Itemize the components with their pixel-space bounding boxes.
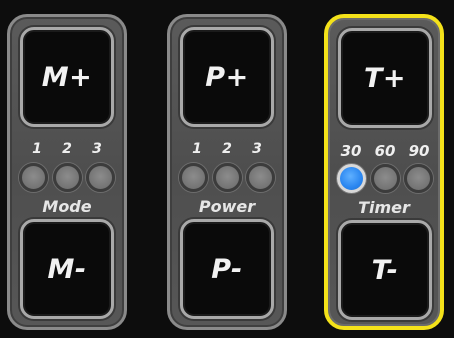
mode-level-2-number: 2 bbox=[62, 141, 72, 157]
timer-level-60-number: 60 bbox=[374, 142, 396, 160]
timer-caption: Timer bbox=[358, 198, 410, 217]
mode-level-1-number: 1 bbox=[32, 141, 42, 157]
mode-panel: M+ 1 2 3 Mode M- bbox=[7, 14, 127, 330]
power-decrease-label: P- bbox=[211, 253, 243, 285]
timer-level-90-indicator[interactable] bbox=[404, 164, 433, 193]
timer-level-indicators bbox=[334, 164, 436, 193]
power-decrease-button[interactable]: P- bbox=[180, 219, 274, 319]
timer-level-30-indicator[interactable] bbox=[337, 164, 366, 193]
timer-decrease-label: T- bbox=[371, 254, 399, 286]
power-level-numbers: 1 2 3 bbox=[176, 141, 278, 157]
power-level-3-number: 3 bbox=[252, 141, 262, 157]
mode-level-numbers: 1 2 3 bbox=[16, 141, 118, 157]
timer-level-numbers: 30 60 90 bbox=[334, 142, 436, 160]
power-caption: Power bbox=[198, 197, 256, 216]
timer-increase-button[interactable]: T+ bbox=[338, 28, 432, 128]
power-level-2-number: 2 bbox=[222, 141, 232, 157]
power-level-2-indicator[interactable] bbox=[212, 163, 242, 192]
timer-increase-label: T+ bbox=[363, 62, 407, 94]
mode-caption: Mode bbox=[42, 197, 92, 216]
power-panel: P+ 1 2 3 Power P- bbox=[167, 14, 287, 330]
power-level-3-indicator[interactable] bbox=[246, 163, 275, 192]
timer-decrease-button[interactable]: T- bbox=[338, 220, 432, 320]
power-level-1-number: 1 bbox=[192, 141, 202, 157]
mode-level-3-indicator[interactable] bbox=[86, 163, 115, 192]
mode-level-indicators bbox=[16, 163, 118, 192]
timer-panel: T+ 30 60 90 Timer T- bbox=[324, 14, 444, 330]
mode-increase-button[interactable]: M+ bbox=[20, 27, 114, 127]
mode-level-1-indicator[interactable] bbox=[19, 163, 48, 192]
timer-level-60-indicator[interactable] bbox=[370, 164, 400, 193]
mode-decrease-button[interactable]: M- bbox=[20, 219, 114, 319]
mode-level-3-number: 3 bbox=[92, 141, 102, 157]
power-level-1-indicator[interactable] bbox=[179, 163, 208, 192]
mode-decrease-label: M- bbox=[47, 253, 87, 285]
power-increase-label: P+ bbox=[205, 61, 249, 93]
control-panel: M+ 1 2 3 Mode M- P+ 1 2 3 Power P- T+ 30… bbox=[0, 0, 454, 338]
mode-increase-label: M+ bbox=[41, 61, 93, 93]
timer-level-30-number: 30 bbox=[340, 142, 362, 160]
power-level-indicators bbox=[176, 163, 278, 192]
mode-level-2-indicator[interactable] bbox=[52, 163, 82, 192]
timer-level-90-number: 90 bbox=[408, 142, 430, 160]
power-increase-button[interactable]: P+ bbox=[180, 27, 274, 127]
